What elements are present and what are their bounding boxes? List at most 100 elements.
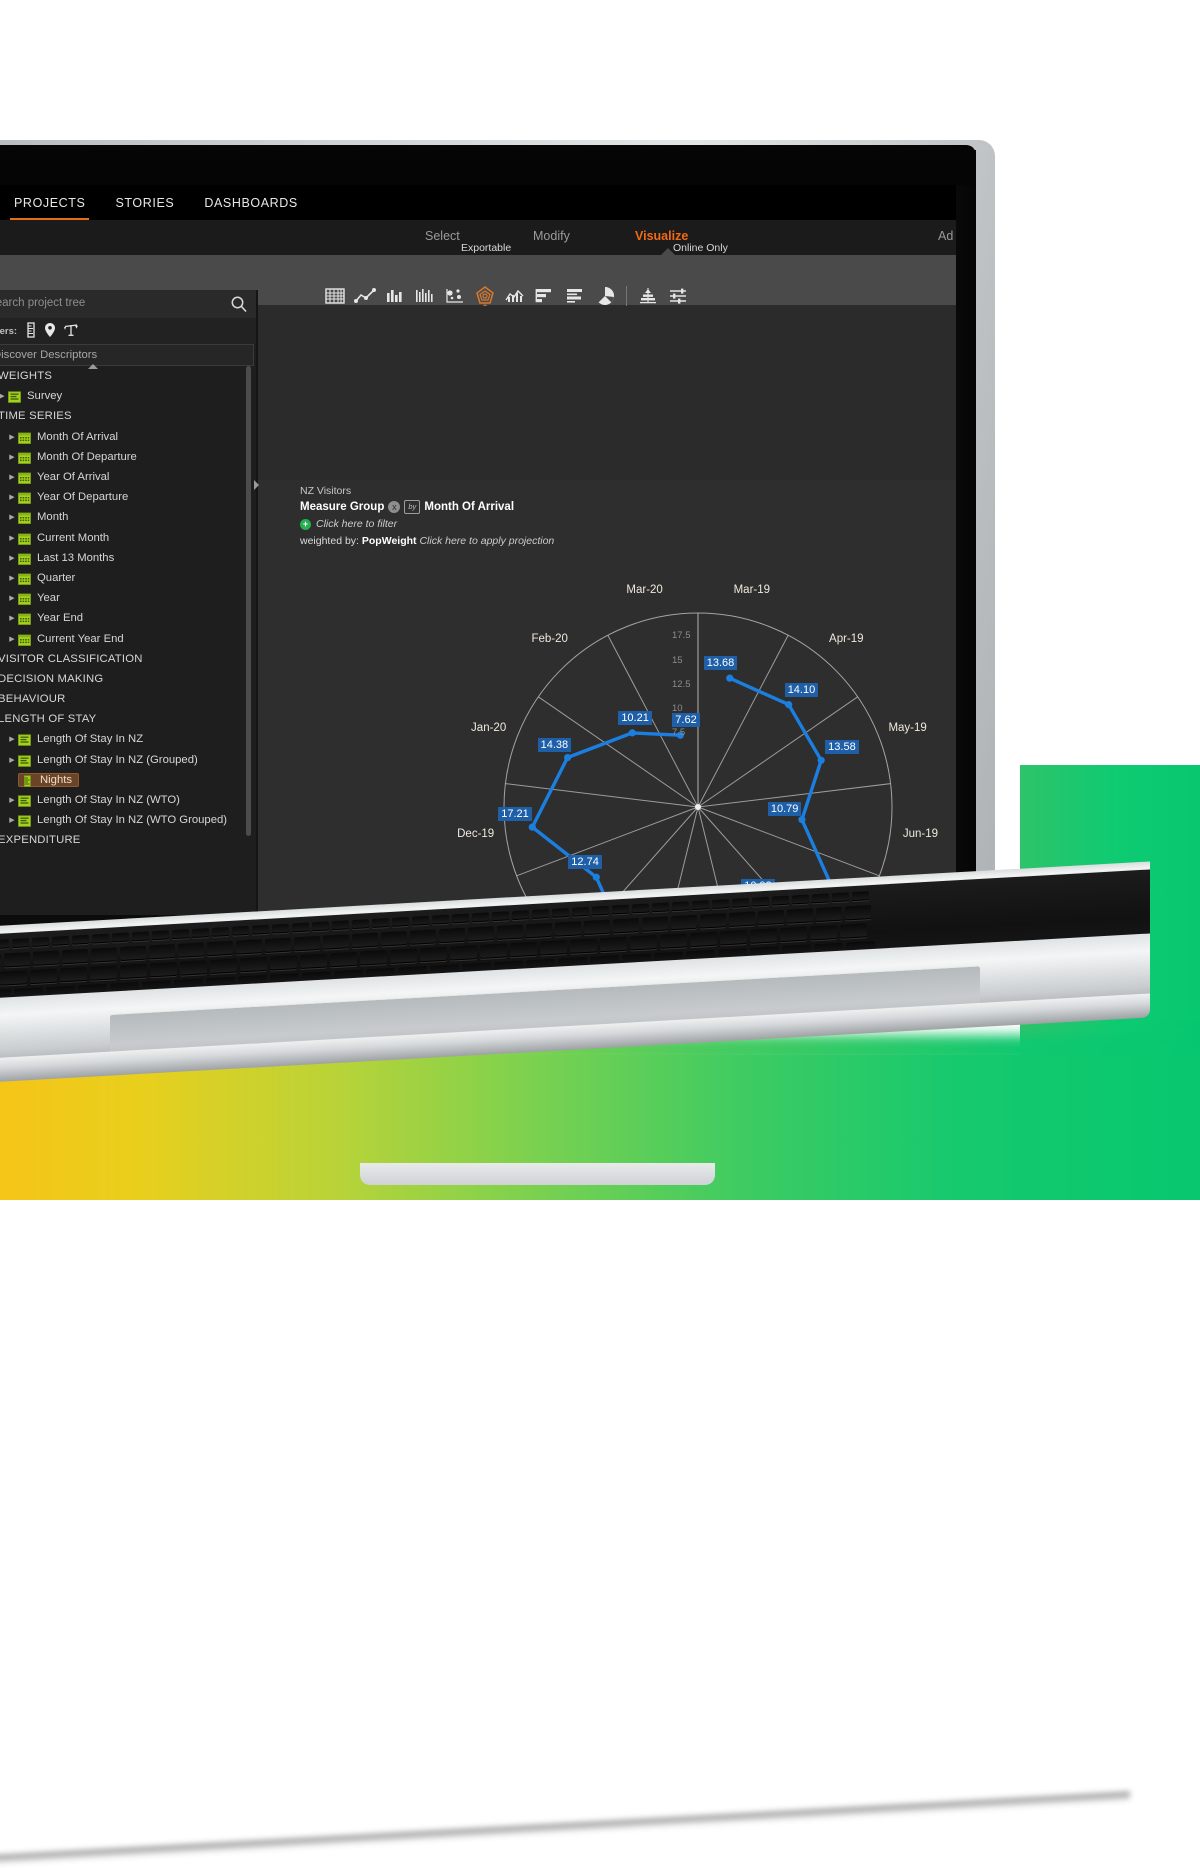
keyboard-key [671, 914, 697, 931]
chevron-right-icon[interactable]: ▶ [6, 594, 18, 602]
chevron-right-icon[interactable]: ▶ [6, 493, 18, 501]
chevron-right-icon[interactable]: ▶ [6, 473, 18, 481]
chevron-right-icon[interactable]: ▶ [0, 392, 8, 400]
keyboard-key [468, 926, 494, 942]
chevron-right-icon[interactable]: ▶ [6, 574, 18, 582]
keyboard-key [526, 922, 552, 939]
chevron-right-icon[interactable]: ▶ [6, 816, 18, 824]
keyboard-key [712, 899, 729, 909]
step-modify[interactable]: Modify [533, 229, 570, 243]
tree-item-label: Quarter [37, 571, 76, 584]
keyboard-key [352, 919, 369, 930]
tree-item[interactable]: ▶ Year End [0, 608, 252, 628]
tree-item-content: Year Of Arrival [18, 471, 109, 484]
keyboard-key [265, 937, 291, 953]
tree-item[interactable]: ▶ Length Of Stay In NZ (Grouped) [0, 750, 252, 770]
tab-dashboards[interactable]: DASHBOARDS [200, 186, 302, 220]
tree-item[interactable]: ▶ Month Of Arrival [0, 427, 252, 447]
tree-item[interactable]: ▶ Year [0, 588, 252, 608]
radial-tick-label: 7.5 [672, 727, 686, 739]
radar-data-point[interactable] [785, 701, 793, 709]
keyboard-key [33, 950, 59, 966]
tree-item[interactable]: Nights [0, 770, 252, 790]
keyboard-key [600, 936, 627, 953]
radar-data-point[interactable] [798, 816, 806, 824]
keyboard-key [149, 943, 175, 960]
tree-item[interactable]: ▶ Month [0, 507, 252, 527]
radar-data-point[interactable] [817, 756, 825, 764]
radar-data-point[interactable] [563, 753, 572, 762]
tree-item[interactable]: ▶WEIGHTS [0, 366, 252, 386]
tree-item[interactable]: ▼TIME SERIES [0, 406, 252, 426]
chevron-right-icon[interactable]: ▶ [6, 614, 18, 622]
keyboard-key [570, 938, 597, 954]
chevron-right-icon[interactable]: ▶ [6, 554, 18, 562]
radar-data-point[interactable] [592, 873, 600, 881]
chevron-right-icon[interactable]: ▶ [6, 453, 18, 461]
keyboard-key [410, 929, 436, 945]
tree-item[interactable]: ▶VISITOR CLASSIFICATION [0, 649, 252, 669]
chevron-right-icon[interactable]: ▶ [6, 534, 18, 542]
keyboard-key [192, 928, 209, 939]
tree-item[interactable]: ▶ Length Of Stay In NZ (WTO Grouped) [0, 810, 252, 830]
keyboard-key [720, 929, 747, 946]
tree-scrollbar[interactable] [246, 366, 251, 836]
tree-item-content: BEHAVIOUR [0, 693, 66, 705]
keyboard-key [792, 894, 809, 905]
ruler-icon[interactable] [24, 322, 38, 343]
tab-projects[interactable]: PROJECTS [10, 186, 90, 220]
category-label: Mar-20 [626, 583, 663, 596]
tree-item[interactable]: ▶ Current Month [0, 528, 252, 548]
keyboard-key [787, 908, 813, 924]
tree-item-content: DECISION MAKING [0, 673, 103, 685]
tree-item[interactable]: ▶ Last 13 Months [0, 548, 252, 568]
radar-data-point[interactable] [628, 729, 636, 737]
keyboard-key [752, 896, 769, 907]
radar-data-point[interactable] [726, 674, 734, 682]
tab-stories[interactable]: STORIES [111, 186, 178, 220]
tree-item[interactable]: ▶EXPENDITURE [0, 830, 252, 850]
step-select[interactable]: Select [425, 229, 460, 243]
step-visualize[interactable]: Visualize [635, 229, 688, 243]
location-pin-icon[interactable] [43, 322, 57, 343]
chevron-right-icon[interactable]: ▶ [6, 513, 18, 521]
keyboard-key [212, 926, 229, 937]
balance-scale-icon[interactable] [63, 322, 79, 343]
keyboard-key [32, 937, 49, 947]
keyboard-key [510, 941, 537, 958]
group-label-exportable: Exportable [461, 242, 512, 254]
tree-item[interactable]: ▶ Survey [0, 386, 252, 406]
search-project-tree[interactable]: search project tree [0, 290, 258, 319]
tree-item[interactable]: ▶ Length Of Stay In NZ (WTO) [0, 790, 252, 810]
chevron-right-icon[interactable]: ▶ [6, 433, 18, 441]
chevron-right-icon[interactable]: ▶ [6, 635, 18, 643]
keyboard-key [732, 897, 749, 908]
tree-item[interactable]: ▼LENGTH OF STAY [0, 709, 252, 729]
keyboard-key [0, 953, 1, 970]
chevron-right-icon[interactable]: ▶ [6, 756, 18, 764]
tree-item[interactable]: ▶ Current Year End [0, 628, 252, 648]
tree-item-label: Year End [37, 612, 84, 625]
data-value-label: 10.79 [767, 801, 802, 816]
keyboard-key [812, 893, 829, 904]
tree-item[interactable]: ▶ Month Of Departure [0, 447, 252, 467]
search-icon[interactable] [230, 295, 248, 318]
tree-item[interactable]: ▶ Year Of Departure [0, 487, 252, 507]
tree-item[interactable]: ▶DECISION MAKING [0, 669, 252, 689]
chevron-right-icon[interactable]: ▶ [6, 796, 18, 804]
tree-item[interactable]: ▶ Length Of Stay In NZ [0, 729, 252, 749]
chevron-right-icon[interactable]: ▶ [6, 735, 18, 743]
discover-descriptors-row[interactable]: ▶ Discover Descriptors [0, 344, 254, 366]
project-tree: ▶WEIGHTS▶Survey▼TIME SERIES▶Month Of Arr… [0, 366, 252, 866]
radial-tick-label: 17.5 [672, 630, 691, 642]
keyboard-key [232, 925, 249, 936]
tree-item[interactable]: ▶BEHAVIOUR [0, 689, 252, 709]
tree-item-label: Length Of Stay In NZ (WTO) [37, 794, 180, 807]
radar-data-point[interactable] [528, 823, 536, 831]
keyboard-key [412, 915, 429, 926]
tree-item[interactable]: ▶ Quarter [0, 568, 252, 588]
tree-item[interactable]: ▶ Year Of Arrival [0, 467, 252, 487]
tree-item-label: Nights [40, 773, 73, 786]
search-input[interactable]: search project tree [0, 297, 85, 309]
step-advanced[interactable]: Ad [938, 229, 953, 243]
